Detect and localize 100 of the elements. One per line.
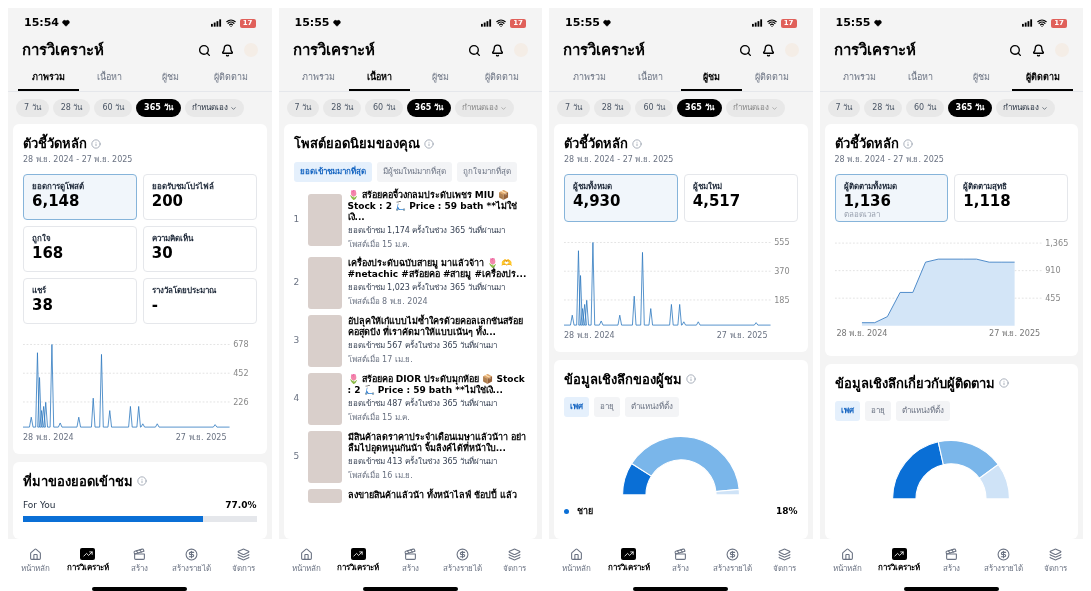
tab[interactable]: ผู้ติดตาม: [1012, 66, 1073, 91]
info-icon[interactable]: [137, 476, 147, 487]
bell-icon[interactable]: [761, 43, 775, 57]
tab[interactable]: ผู้ชม: [139, 66, 201, 91]
photo-placeholder[interactable]: [307, 488, 342, 503]
tab[interactable]: ผู้ชม: [680, 66, 742, 91]
photo-placeholder[interactable]: [307, 372, 342, 425]
metric-tile[interactable]: ผู้ชมทั้งหมด 4,930: [564, 173, 678, 222]
tab[interactable]: เนื้อหา: [349, 66, 411, 91]
filter-chip[interactable]: อายุ: [864, 401, 891, 421]
search-icon[interactable]: [738, 43, 752, 57]
bell-icon[interactable]: [1032, 43, 1045, 57]
bell-icon[interactable]: [220, 43, 234, 57]
metric-tile[interactable]: ถูกใจ 168: [23, 225, 137, 272]
metric-tile[interactable]: ยอดรับชมโปรไฟล์ 200: [142, 173, 257, 220]
post-caption[interactable]: 🌷 สร้อยคอจี้วงกลมประดับเพชร MIU 📦 Stock : 2 🛴 Price : 59 bath **ไม่ใช่เงิ...: [347, 189, 527, 223]
nav-item[interactable]: การวิเคราะห์: [873, 548, 926, 574]
period-pill[interactable]: 60 วัน: [364, 99, 403, 117]
info-icon[interactable]: [423, 138, 434, 149]
filter-chip[interactable]: อายุ: [594, 397, 620, 417]
photo-placeholder[interactable]: [307, 430, 342, 483]
info-icon[interactable]: [686, 374, 696, 385]
nav-item[interactable]: จัดการ: [217, 547, 270, 575]
period-pill[interactable]: 365 วัน: [136, 99, 181, 117]
post-caption[interactable]: 🌷 สร้อยคอ DIOR ประดับมุกห้อย 📦 Stock : 2 🛴 Price : 59 bath **ไม่ใช่เงิ...: [347, 373, 527, 396]
filter-chip[interactable]: ยอดเข้าชมมากที่สุด: [293, 161, 372, 182]
metric-tile[interactable]: ผู้ติดตามทั้งหมด 1,136 ตลอดเวลา: [834, 173, 949, 222]
bell-icon[interactable]: [491, 43, 504, 57]
search-icon[interactable]: [197, 43, 211, 57]
info-icon[interactable]: [902, 138, 913, 149]
period-pill[interactable]: 60 วัน: [905, 99, 944, 117]
nav-item[interactable]: หน้าหลัก: [821, 547, 874, 575]
tab[interactable]: ผู้ชม: [951, 66, 1013, 91]
tab[interactable]: ผู้ชม: [410, 66, 472, 91]
tab[interactable]: ผู้ติดตาม: [741, 66, 803, 91]
post-caption[interactable]: ลงขายสินค้าแล้วน้า ทั้งหน้าไลฟ์ ช้อปปี้ แล้ว: [347, 490, 527, 501]
filter-chip[interactable]: ตำแหน่งที่ตั้ง: [895, 401, 950, 421]
period-pill[interactable]: 365 วัน: [406, 99, 452, 117]
nav-item[interactable]: สร้าง: [384, 547, 437, 575]
post-caption[interactable]: มีสินค้าลดราคาประจำเดือนเมษาแล้วน้าา อย่าลืมไปอุดหนุนกันน้า จิ้มลิงค์ได้ที่หน้าใบ...: [347, 431, 527, 454]
info-icon[interactable]: [91, 138, 101, 149]
photo-placeholder[interactable]: [307, 256, 342, 309]
nav-item[interactable]: การวิเคราะห์: [602, 548, 655, 574]
tab[interactable]: ผู้ติดตาม: [471, 66, 532, 91]
post-caption[interactable]: เครื่องประดับฉบับสายมู มาแล้วจ้าา 🌷 🫶 #netachic #สร้อยคอ #สายมู #เครื่องปร...: [347, 257, 527, 280]
tab[interactable]: เนื้อหา: [78, 66, 140, 91]
period-pill[interactable]: 365 วัน: [947, 99, 993, 117]
metric-tile[interactable]: แชร์ 38: [23, 277, 137, 324]
nav-item[interactable]: สร้างรายได้: [977, 547, 1030, 575]
metric-tile[interactable]: รางวัลโดยประมาณ -: [142, 277, 257, 324]
filter-chip[interactable]: เพศ: [834, 401, 860, 421]
custom-period-dropdown[interactable]: กำหนดเอง: [996, 99, 1056, 117]
tab[interactable]: เนื้อหา: [619, 66, 681, 91]
info-icon[interactable]: [632, 138, 642, 149]
period-pill[interactable]: 28 วัน: [593, 99, 632, 117]
custom-period-dropdown[interactable]: กำหนดเอง: [184, 99, 244, 117]
nav-item[interactable]: สร้างรายได้: [436, 547, 489, 575]
metric-tile[interactable]: ผู้ติดตามสุทธิ 1,118: [954, 173, 1068, 222]
tab[interactable]: ภาพรวม: [559, 66, 620, 91]
period-pill[interactable]: 28 วัน: [864, 99, 902, 117]
filter-chip[interactable]: มีผู้ชมใหม่มากที่สุด: [376, 161, 452, 182]
nav-item[interactable]: สร้าง: [113, 547, 166, 575]
post-caption[interactable]: อัปลุคให้เก๋แบบไม่ซ้ำใครด้วยคอลเลกชันสร้อยคอสุดปัง ที่เราคัดมาให้แบบเน้นๆ ทั้ง...: [347, 315, 527, 338]
filter-chip[interactable]: ตำแหน่งที่ตั้ง: [625, 397, 679, 417]
period-pill[interactable]: 365 วัน: [677, 99, 722, 117]
nav-item[interactable]: หน้าหลัก: [280, 547, 333, 575]
metric-tile[interactable]: ความคิดเห็น 30: [142, 225, 257, 272]
period-pill[interactable]: 7 วัน: [557, 99, 590, 117]
search-icon[interactable]: [1009, 43, 1022, 57]
tab[interactable]: ภาพรวม: [288, 66, 350, 91]
tab[interactable]: ภาพรวม: [18, 66, 79, 91]
metric-tile[interactable]: ยอดการดูโพสต์ 6,148: [23, 173, 137, 220]
tab[interactable]: ภาพรวม: [829, 66, 891, 91]
info-icon[interactable]: [998, 378, 1009, 389]
tab[interactable]: เนื้อหา: [890, 66, 952, 91]
nav-item[interactable]: สร้างรายได้: [165, 547, 218, 575]
photo-placeholder[interactable]: [307, 314, 342, 367]
nav-item[interactable]: จัดการ: [758, 547, 811, 575]
nav-item[interactable]: หน้าหลัก: [10, 547, 62, 575]
nav-item[interactable]: จัดการ: [488, 547, 541, 575]
nav-item[interactable]: หน้าหลัก: [551, 547, 603, 575]
nav-item[interactable]: การวิเคราะห์: [332, 548, 385, 574]
period-pill[interactable]: 7 วัน: [827, 99, 861, 117]
filter-chip[interactable]: เพศ: [564, 397, 589, 417]
tab[interactable]: ผู้ติดตาม: [200, 66, 262, 91]
period-pill[interactable]: 28 วัน: [323, 99, 361, 117]
filter-chip[interactable]: ถูกใจมากที่สุด: [456, 161, 517, 182]
nav-item[interactable]: การวิเคราะห์: [61, 548, 114, 574]
nav-item[interactable]: สร้าง: [654, 547, 707, 575]
nav-item[interactable]: จัดการ: [1029, 547, 1082, 575]
period-pill[interactable]: 60 วัน: [635, 99, 674, 117]
metric-tile[interactable]: ผู้ชมใหม่ 4,517: [683, 173, 798, 222]
photo-placeholder[interactable]: [307, 194, 342, 246]
nav-item[interactable]: สร้างรายได้: [706, 547, 759, 575]
period-pill[interactable]: 28 วัน: [52, 99, 91, 117]
period-pill[interactable]: 60 วัน: [94, 99, 133, 117]
nav-item[interactable]: สร้าง: [925, 547, 978, 575]
period-pill[interactable]: 7 วัน: [16, 99, 49, 117]
period-pill[interactable]: 7 วัน: [286, 99, 320, 117]
search-icon[interactable]: [468, 43, 481, 57]
